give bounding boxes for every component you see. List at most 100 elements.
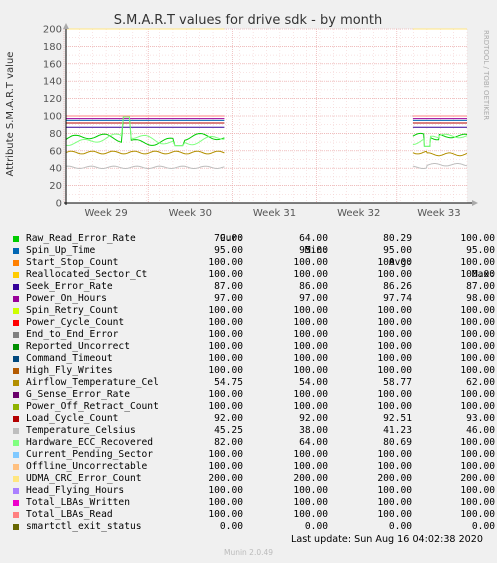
legend-value: 64.00: [299, 233, 328, 244]
legend-row: Total_LBAs_Written 100.00 100.00 100.00 100.…: [12, 497, 495, 509]
x-tick-labels: Week 29 Week 30 Week 31 Week 32 Week 33: [84, 208, 460, 218]
legend-value: 100.00: [208, 305, 243, 316]
legend-value: 64.00: [299, 437, 328, 448]
legend-series-name: Head_Flying_Hours: [26, 485, 125, 496]
y-tick-labels: 0 20 40 60 80 100 120 140 160 180 200: [43, 25, 62, 210]
legend-series-name: Temperature_Celsius: [26, 425, 136, 436]
chart-title: S.M.A.R.T values for drive sdk - by mont…: [114, 13, 383, 28]
legend-row: Raw_Read_Error_Rate 79.00 64.00 80.29 100.00: [12, 233, 495, 245]
y-tick-label: 0: [56, 199, 62, 210]
legend-value: 100.00: [293, 317, 328, 328]
legend-row: End_to_End_Error 100.00 100.00 100.00 100.00: [12, 329, 495, 341]
legend-value: 100.00: [460, 341, 495, 352]
legend-value: 95.00: [214, 245, 243, 256]
legend-swatch: [13, 368, 19, 374]
legend-swatch: [13, 488, 19, 494]
legend-value: 100.00: [460, 353, 495, 364]
legend-value: 100.00: [377, 317, 412, 328]
legend-series-name: Start_Stop_Count: [26, 257, 119, 268]
legend-series-name: Airflow_Temperature_Cel: [26, 377, 159, 388]
y-tick-label: 60: [49, 146, 62, 157]
legend-value: 100.00: [208, 317, 243, 328]
legend-value: 100.00: [377, 269, 412, 280]
legend-value: 100.00: [208, 269, 243, 280]
legend-value: 92.51: [383, 413, 412, 424]
legend-value: 100.00: [460, 461, 495, 472]
legend-series-name: Spin_Retry_Count: [26, 305, 119, 316]
legend-row: Start_Stop_Count 100.00 100.00 100.00 100.00: [12, 257, 495, 269]
legend-row: Reallocated_Sector_Ct 100.00 100.00 100.00 1…: [12, 269, 495, 281]
legend-value: 100.00: [460, 449, 495, 460]
legend-row: Reported_Uncorrect 100.00 100.00 100.00 100.…: [12, 341, 495, 353]
legend-value: 100.00: [377, 461, 412, 472]
legend-value: 100.00: [208, 509, 243, 520]
legend-value: 58.77: [383, 377, 412, 388]
y-tick-label: 100: [43, 112, 62, 123]
legend-value: 100.00: [460, 437, 495, 448]
legend-swatch: [13, 464, 19, 470]
legend-row: G_Sense_Error_Rate 100.00 100.00 100.00 100.…: [12, 389, 495, 401]
rrdtool-credit: RRDTOOL / TOBI OETIKER: [482, 30, 490, 120]
legend-value: 41.23: [383, 425, 412, 436]
legend-row: Temperature_Celsius 45.25 38.00 41.23 46.00: [12, 425, 495, 437]
y-tick-label: 180: [43, 42, 62, 53]
legend-row: smartctl_exit_status 0.00 0.00 0.00 0.00: [12, 521, 495, 533]
legend-series-name: Seek_Error_Rate: [26, 281, 113, 292]
legend-value: 82.00: [214, 437, 243, 448]
y-tick-label: 80: [49, 129, 62, 140]
legend-series-name: Power_Off_Retract_Count: [26, 401, 159, 412]
legend-value: 100.00: [377, 353, 412, 364]
legend-series-name: Total_LBAs_Read: [26, 509, 113, 520]
legend-row: Spin_Retry_Count 100.00 100.00 100.00 100.00: [12, 305, 495, 317]
legend-value: 100.00: [377, 449, 412, 460]
legend-swatch: [13, 248, 19, 254]
legend-value: 95.00: [466, 245, 495, 256]
legend-value: 100.00: [377, 401, 412, 412]
legend-value: 100.00: [293, 389, 328, 400]
legend-row: Current_Pending_Sector 100.00 100.00 100.00…: [12, 449, 495, 461]
last-update: Last update: Sun Aug 16 04:02:38 2020: [290, 534, 483, 545]
legend-value: 100.00: [208, 389, 243, 400]
legend-row: High_Fly_Writes 100.00 100.00 100.00 100.00: [12, 365, 495, 377]
legend-value: 100.00: [208, 449, 243, 460]
legend-value: 100.00: [293, 353, 328, 364]
legend-value: 100.00: [293, 449, 328, 460]
y-tick-label: 40: [49, 164, 62, 175]
legend-value: 100.00: [460, 389, 495, 400]
x-tick-label: Week 33: [417, 208, 460, 218]
legend-value: 86.26: [383, 281, 412, 292]
legend-swatch: [13, 524, 19, 530]
legend-row: UDMA_CRC_Error_Count 200.00 200.00 200.00 20…: [12, 473, 495, 485]
legend-value: 95.00: [299, 245, 328, 256]
legend-value: 100.00: [293, 401, 328, 412]
legend-value: 100.00: [208, 461, 243, 472]
legend-value: 100.00: [377, 365, 412, 376]
legend-value: 100.00: [460, 401, 495, 412]
legend-swatch: [13, 404, 19, 410]
legend-value: 100.00: [460, 257, 495, 268]
legend-series-name: Reallocated_Sector_Ct: [26, 269, 148, 280]
legend-swatch: [13, 272, 19, 278]
x-tick-label: Week 32: [337, 208, 380, 218]
legend-value: 100.00: [460, 497, 495, 508]
legend-value: 80.29: [383, 233, 412, 244]
legend-header: Cur: Min: Avg: Max:: [12, 221, 495, 280]
legend-swatch: [13, 344, 19, 350]
legend-value: 100.00: [460, 317, 495, 328]
legend-row: Offline_Uncorrectable 100.00 100.00 100.00 1…: [12, 461, 495, 473]
legend-value: 100.00: [377, 509, 412, 520]
legend-value: 100.00: [460, 509, 495, 520]
legend-value: 95.00: [383, 245, 412, 256]
legend-value: 38.00: [299, 425, 328, 436]
legend-value: 100.00: [377, 497, 412, 508]
legend-value: 200.00: [293, 473, 328, 484]
legend-value: 100.00: [293, 329, 328, 340]
legend-swatch: [13, 416, 19, 422]
legend-series-name: Spin_Up_Time: [26, 245, 96, 256]
legend-value: 87.00: [466, 281, 495, 292]
legend-value: 100.00: [377, 485, 412, 496]
legend-value: 200.00: [377, 473, 412, 484]
legend-value: 100.00: [377, 341, 412, 352]
y-tick-label: 20: [49, 181, 62, 192]
legend-value: 100.00: [460, 329, 495, 340]
